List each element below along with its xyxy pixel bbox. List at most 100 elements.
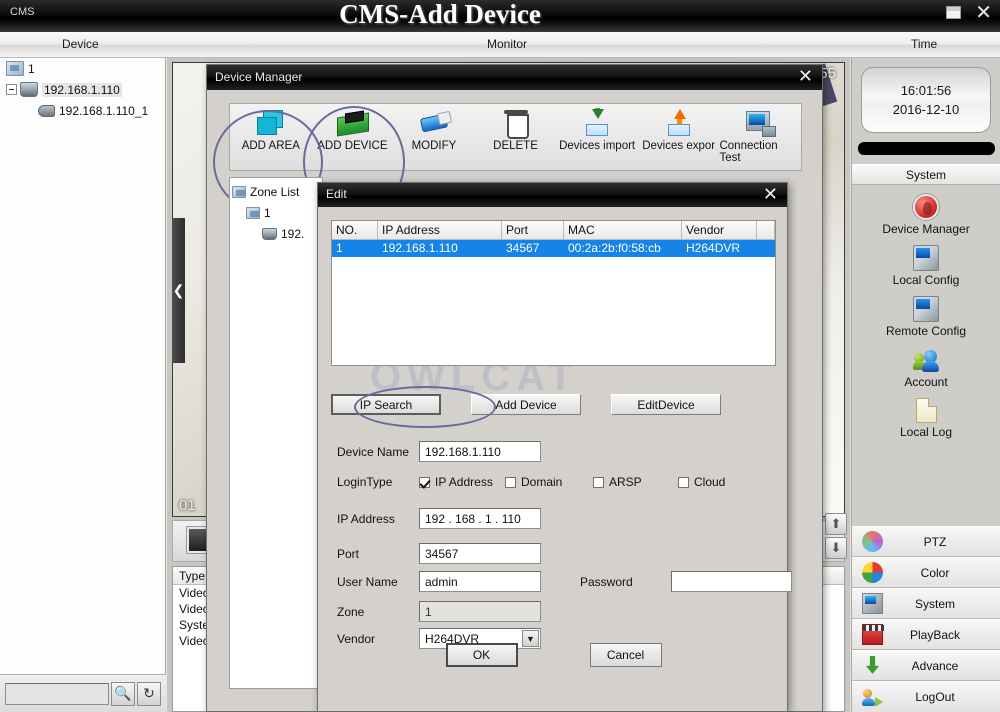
sidebar-item-label: Remote Config: [885, 324, 967, 338]
clock-time: 16:01:56: [900, 83, 952, 98]
close-icon[interactable]: ✕: [975, 2, 992, 22]
arrow-down-icon[interactable]: ⬇: [825, 537, 847, 559]
menu-item-monitor[interactable]: Monitor: [487, 37, 527, 51]
toolbar-label: Connection Test: [719, 140, 778, 164]
sidebar-item-ptz[interactable]: PTZ: [852, 526, 1000, 557]
user-name-label: User Name: [337, 574, 398, 589]
device-icon: [20, 82, 38, 97]
edit-device-button[interactable]: EditDevice: [611, 394, 721, 415]
sidebar-item-label: PlayBack: [909, 627, 961, 642]
toolbar-label: Devices import: [559, 140, 636, 152]
tree-node-area[interactable]: 1: [0, 58, 165, 79]
menu-bar: Device Monitor Time: [0, 32, 1000, 58]
zone-tree-device[interactable]: 192.: [232, 223, 320, 244]
device-name-field[interactable]: 192.168.1.110: [419, 441, 541, 462]
port-row: Port 34567: [337, 543, 541, 564]
account-icon: [913, 347, 939, 373]
sidebar-item-device-manager[interactable]: Device Manager: [852, 194, 1000, 236]
login-type-domain-checkbox[interactable]: Domain: [505, 475, 593, 489]
local-log-icon: [915, 398, 937, 423]
devices-export-button[interactable]: Devices expor: [638, 104, 720, 152]
add-device-icon: [336, 108, 368, 138]
search-input[interactable]: [5, 682, 109, 705]
login-type-cloud-checkbox[interactable]: Cloud: [678, 475, 725, 489]
sidebar-item-system[interactable]: System: [852, 588, 1000, 619]
zone-label: Zone: [337, 604, 365, 619]
dialog-action-buttons: OK Cancel: [318, 643, 789, 667]
zone-tree-root[interactable]: Zone List: [232, 181, 320, 202]
cancel-button[interactable]: Cancel: [589, 643, 662, 667]
close-icon[interactable]: ✕: [798, 66, 813, 88]
devices-import-button[interactable]: Devices import: [556, 104, 638, 152]
menu-item-device[interactable]: Device: [62, 37, 99, 51]
password-field[interactable]: [671, 571, 792, 592]
sidebar-item-playback[interactable]: PlayBack: [852, 619, 1000, 650]
camera-icon: [38, 104, 55, 117]
tree-node-channel-label: 192.168.1.110_1: [59, 103, 149, 118]
sidebar-item-account[interactable]: Account: [852, 347, 1000, 389]
refresh-icon[interactable]: ↻: [137, 681, 161, 706]
sidebar-item-label: System: [914, 596, 955, 611]
user-name-field[interactable]: admin: [419, 571, 541, 592]
port-label: Port: [337, 546, 360, 561]
ok-button[interactable]: OK: [445, 643, 518, 667]
clock-display: 16:01:56 2016-12-10: [861, 67, 991, 133]
device-name-label: Device Name: [337, 444, 410, 459]
column-header-mac: MAC: [564, 221, 682, 239]
edit-dialog-titlebar: Edit ✕: [318, 183, 787, 207]
tree-node-device[interactable]: 192.168.1.110: [0, 79, 165, 100]
sidebar-item-advance[interactable]: Advance: [852, 650, 1000, 681]
cell-no: 1: [336, 241, 343, 255]
right-sidebar: 16:01:56 2016-12-10 System Device Manage…: [851, 58, 1000, 712]
login-type-arsp-checkbox[interactable]: ARSP: [593, 475, 678, 489]
expander-icon[interactable]: [6, 84, 17, 95]
login-type-label: LoginType: [337, 475, 393, 489]
login-type-ip-address-checkbox[interactable]: IP Address: [419, 475, 505, 489]
zone-row: Zone 1: [337, 601, 541, 622]
connection-test-button[interactable]: Connection Test: [719, 104, 801, 164]
zone-list-tree: Zone List 1 192.: [229, 177, 323, 689]
delete-button[interactable]: DELETE: [475, 104, 557, 152]
device-tree-footer: 🔍 ↻: [0, 674, 166, 712]
sidebar-item-local-config[interactable]: Local Config: [852, 245, 1000, 287]
device-tree-panel: 1 192.168.1.110 192.168.1.110_1 🔍 ↻: [0, 58, 166, 712]
add-device-button[interactable]: ADD DEVICE: [312, 104, 394, 152]
arrow-up-icon[interactable]: ⬆: [825, 513, 847, 535]
table-row[interactable]: 1 192.168.1.110 34567 00:2a:2b:f0:58:cb …: [332, 240, 775, 257]
area-icon: [246, 206, 260, 219]
sidebar-item-local-log[interactable]: Local Log: [852, 398, 1000, 439]
checkbox-label: IP Address: [435, 475, 493, 489]
ip-address-field[interactable]: 192 . 168 . 1 . 110: [419, 508, 541, 529]
devices-import-icon: [581, 108, 613, 138]
checkbox-label: ARSP: [609, 475, 642, 489]
ip-search-button[interactable]: IP Search: [331, 394, 441, 415]
sidebar-item-color[interactable]: Color: [852, 557, 1000, 588]
modify-button[interactable]: MODIFY: [393, 104, 475, 152]
zone-tree-area[interactable]: 1: [232, 202, 320, 223]
system-icon: [862, 593, 883, 614]
toolbar-label: MODIFY: [411, 140, 457, 152]
cell-vendor: H264DVR: [686, 241, 741, 255]
status-bar: [857, 142, 995, 155]
video-channel-overlay: 01: [179, 497, 196, 514]
page-title: CMS-Add Device: [339, 0, 541, 29]
close-icon[interactable]: ✕: [763, 184, 778, 206]
add-device-button[interactable]: Add Device: [471, 394, 581, 415]
tree-node-channel[interactable]: 192.168.1.110_1: [0, 100, 165, 121]
port-field[interactable]: 34567: [419, 543, 541, 564]
password-label: Password: [580, 574, 633, 589]
restore-icon[interactable]: [946, 5, 962, 19]
device-manager-title: Device Manager: [215, 70, 303, 84]
chevron-left-icon[interactable]: ❮: [172, 218, 185, 363]
sidebar-item-logout[interactable]: LogOut: [852, 681, 1000, 712]
menu-item-time[interactable]: Time: [911, 37, 937, 51]
edit-dialog: Edit ✕ OWLCAT NO. IP Address Port MAC Ve…: [317, 182, 792, 712]
column-header-ip: IP Address: [378, 221, 502, 239]
zone-field: 1: [419, 601, 541, 622]
add-area-button[interactable]: ADD AREA: [230, 104, 312, 152]
device-manager-icon: [913, 194, 939, 220]
sidebar-item-remote-config[interactable]: Remote Config: [852, 296, 1000, 338]
sidebar-item-label: LogOut: [915, 690, 955, 704]
search-icon[interactable]: 🔍: [111, 681, 135, 706]
toolbar-label: DELETE: [493, 140, 538, 152]
